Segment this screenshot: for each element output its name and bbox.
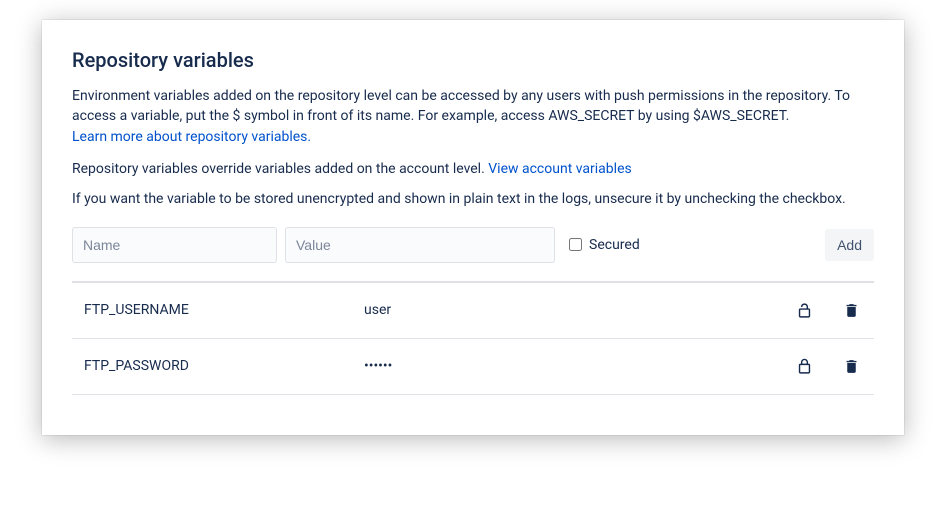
repository-variables-panel: Repository variables Environment variabl…	[42, 20, 904, 435]
description-body: Environment variables added on the repos…	[72, 88, 850, 124]
value-input[interactable]	[285, 227, 555, 263]
variable-row: FTP_PASSWORD ••••••	[72, 339, 874, 395]
variable-value: user	[364, 302, 792, 318]
description-text: Environment variables added on the repos…	[72, 86, 874, 147]
trash-icon[interactable]	[839, 354, 864, 379]
variable-actions	[792, 354, 872, 379]
override-text: Repository variables override variables …	[72, 161, 874, 177]
unlock-icon[interactable]	[792, 298, 817, 323]
variable-row: FTP_USERNAME user	[72, 283, 874, 339]
override-body: Repository variables override variables …	[72, 161, 488, 177]
trash-icon[interactable]	[839, 298, 864, 323]
lock-icon[interactable]	[792, 354, 817, 379]
secured-checkbox[interactable]	[569, 238, 582, 251]
secured-checkbox-wrap: Secured	[569, 237, 817, 253]
variable-name: FTP_USERNAME	[84, 302, 364, 318]
name-input[interactable]	[72, 227, 277, 263]
unsecure-text: If you want the variable to be stored un…	[72, 191, 874, 207]
view-account-variables-link[interactable]: View account variables	[488, 161, 631, 177]
variable-value: ••••••	[364, 358, 792, 374]
variable-name: FTP_PASSWORD	[84, 358, 364, 374]
add-button[interactable]: Add	[825, 229, 874, 261]
page-title: Repository variables	[72, 48, 874, 72]
add-variable-row: Secured Add	[72, 227, 874, 283]
secured-label: Secured	[589, 237, 640, 253]
variable-actions	[792, 298, 872, 323]
learn-more-link[interactable]: Learn more about repository variables.	[72, 129, 311, 145]
